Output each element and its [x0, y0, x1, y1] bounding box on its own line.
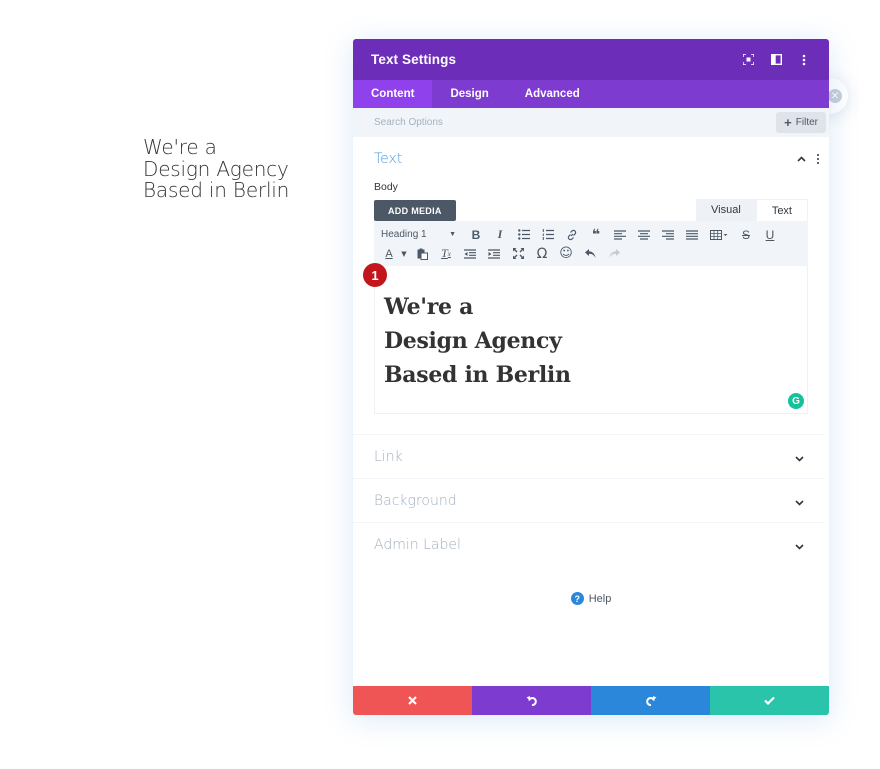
collapsed-sections: Link Background Admin Label: [353, 434, 829, 566]
section-title[interactable]: Text: [374, 151, 402, 167]
redo-icon: [645, 695, 656, 706]
discard-button[interactable]: [353, 686, 472, 715]
blockquote-icon[interactable]: ❝: [584, 225, 608, 244]
plus-icon: +: [784, 115, 792, 130]
split-view-icon[interactable]: [769, 53, 783, 67]
align-center-icon[interactable]: [632, 225, 656, 244]
editor-line: We're a: [384, 294, 474, 320]
save-button[interactable]: [710, 686, 829, 715]
undo-icon: [526, 695, 537, 706]
italic-icon[interactable]: I: [488, 225, 512, 244]
check-icon: [764, 696, 775, 705]
chevron-down-icon: [795, 491, 804, 510]
numbered-list-icon[interactable]: [536, 225, 560, 244]
body-label: Body: [374, 181, 398, 193]
tab-text[interactable]: Text: [755, 199, 808, 221]
page-preview-heading: We're a Design Agency Based in Berlin: [143, 135, 290, 202]
align-right-icon[interactable]: [656, 225, 680, 244]
settings-modal: Text Settings Content Design Advanced Se…: [353, 39, 829, 715]
modal-header: Text Settings: [353, 39, 829, 80]
undo-button[interactable]: [472, 686, 591, 715]
close-circle-icon[interactable]: ✕: [828, 89, 842, 103]
section-link[interactable]: Link: [353, 434, 825, 478]
bold-icon[interactable]: B: [464, 225, 488, 244]
align-left-icon[interactable]: [608, 225, 632, 244]
redo-button[interactable]: [591, 686, 710, 715]
chevron-up-icon[interactable]: [796, 154, 806, 164]
tab-advanced[interactable]: Advanced: [507, 80, 598, 108]
grammarly-icon[interactable]: G: [788, 393, 804, 409]
editor-content[interactable]: We're a Design Agency Based in Berlin: [384, 290, 798, 392]
preview-line: Design Agency: [143, 156, 289, 181]
emoji-icon[interactable]: ☺: [554, 244, 578, 263]
caret-down-icon[interactable]: ▼: [398, 244, 410, 263]
undo-icon[interactable]: [578, 244, 602, 263]
strikethrough-icon[interactable]: S: [734, 225, 758, 244]
align-justify-icon[interactable]: [680, 225, 704, 244]
text-section: Text Body ADD MEDIA Visual Text Heading …: [353, 137, 829, 414]
format-select-value: Heading 1: [381, 229, 427, 240]
close-icon: [408, 696, 417, 705]
indent-icon[interactable]: [482, 244, 506, 263]
filter-button[interactable]: + Filter: [776, 112, 826, 133]
modal-title: Text Settings: [371, 52, 457, 67]
editor-toolbar: Heading 1 ▼ B I ❝ S U A ▼ T x Ω ☺: [374, 221, 808, 266]
underline-icon[interactable]: U: [758, 225, 782, 244]
search-bar: Search Options + Filter: [353, 108, 829, 137]
chevron-down-icon: [795, 535, 804, 554]
format-select[interactable]: Heading 1 ▼: [380, 229, 464, 240]
section-background[interactable]: Background: [353, 478, 825, 522]
clear-formatting-icon[interactable]: Tx: [434, 244, 458, 263]
caret-down-icon: ▼: [449, 231, 456, 238]
focus-icon[interactable]: [741, 53, 755, 67]
section-admin-label[interactable]: Admin Label: [353, 522, 825, 566]
section-title: Background: [374, 492, 457, 509]
editor-content-area[interactable]: 1 We're a Design Agency Based in Berlin …: [363, 263, 808, 414]
search-input[interactable]: Search Options: [374, 117, 443, 128]
table-icon[interactable]: [704, 225, 734, 244]
redo-icon[interactable]: [602, 244, 626, 263]
preview-line: We're a: [143, 135, 217, 159]
step-badge: 1: [363, 263, 387, 287]
link-icon[interactable]: [560, 225, 584, 244]
section-title: Admin Label: [374, 536, 461, 553]
help-link[interactable]: ? Help: [353, 592, 829, 605]
paste-as-text-icon[interactable]: [410, 244, 434, 263]
help-icon: ?: [570, 592, 584, 605]
editor-line: Design Agency: [384, 328, 562, 354]
special-character-icon[interactable]: Ω: [530, 244, 554, 263]
tab-visual[interactable]: Visual: [696, 199, 756, 221]
modal-footer: [353, 686, 829, 715]
more-options-icon[interactable]: [797, 53, 811, 67]
filter-label: Filter: [795, 117, 818, 128]
preview-line: Based in Berlin: [143, 178, 290, 202]
tab-design[interactable]: Design: [432, 80, 506, 108]
bullet-list-icon[interactable]: [512, 225, 536, 244]
editor-line: Based in Berlin: [384, 362, 571, 388]
section-options-icon[interactable]: [816, 154, 820, 164]
outdent-icon[interactable]: [458, 244, 482, 263]
fullscreen-icon[interactable]: [506, 244, 530, 263]
section-title: Link: [374, 448, 403, 465]
modal-tabs: Content Design Advanced: [353, 80, 829, 108]
add-media-button[interactable]: ADD MEDIA: [374, 200, 456, 221]
tab-content[interactable]: Content: [353, 80, 433, 108]
help-label: Help: [588, 592, 612, 605]
chevron-down-icon: [795, 447, 804, 466]
text-color-icon[interactable]: A: [380, 244, 398, 263]
